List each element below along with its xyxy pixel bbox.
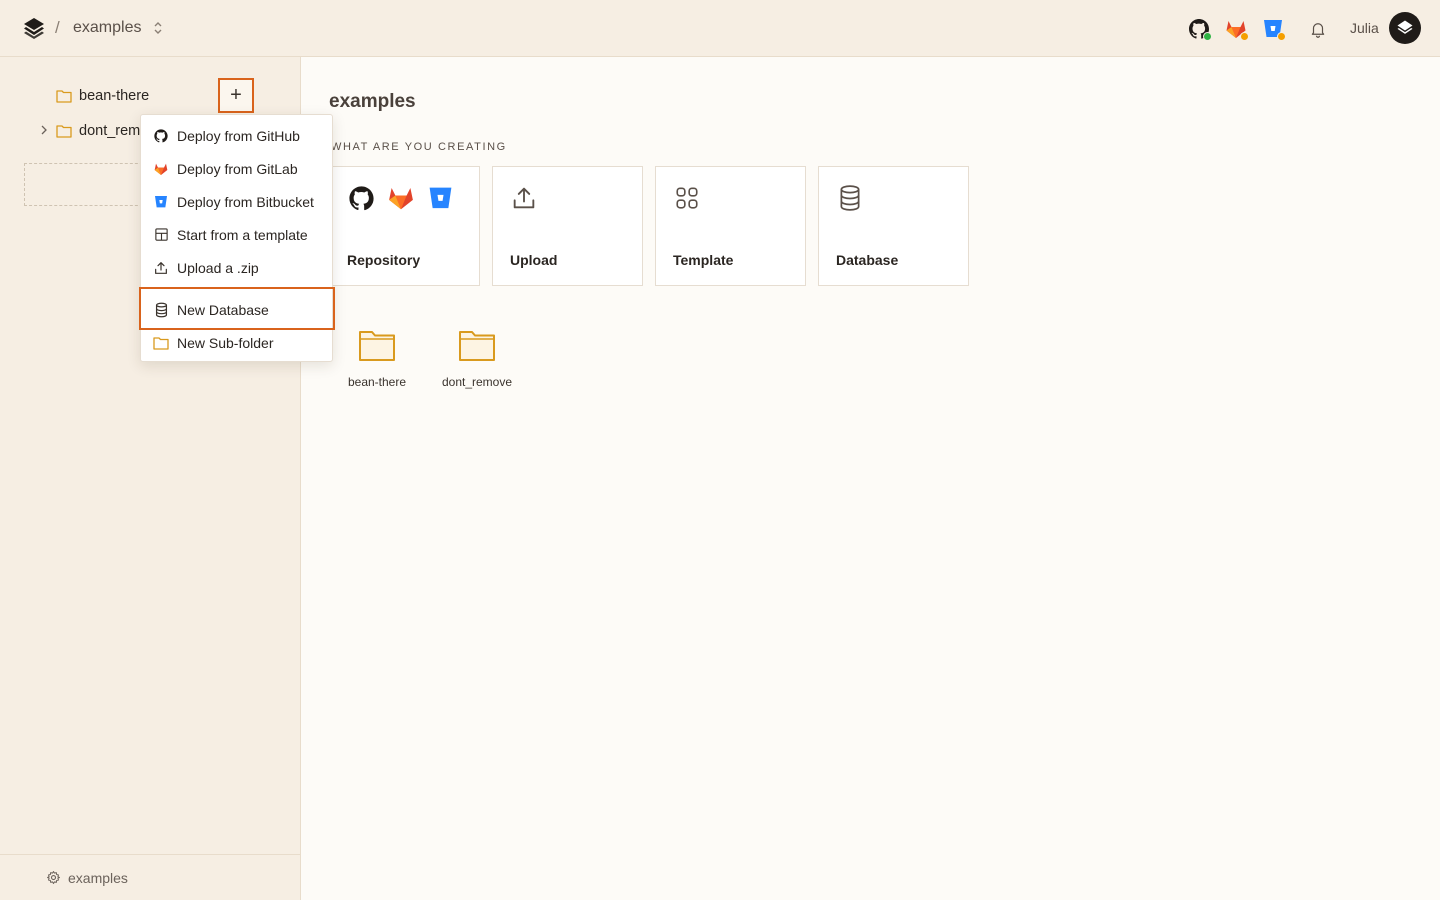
- folder-tile-label: bean-there: [347, 375, 407, 389]
- menu-item-deploy-gitlab[interactable]: Deploy from GitLab: [141, 152, 332, 185]
- app-logo-icon[interactable]: [22, 16, 46, 40]
- add-to-folder-button[interactable]: +: [218, 78, 254, 113]
- github-icon: [349, 186, 374, 211]
- folder-tile-bean-there[interactable]: bean-there: [327, 328, 427, 389]
- sidebar-item-bean-there[interactable]: bean-there: [56, 85, 149, 107]
- page-title: examples: [329, 91, 416, 112]
- bitbucket-icon: [429, 187, 452, 209]
- status-dot: [1203, 32, 1212, 41]
- card-template[interactable]: Template: [655, 166, 806, 286]
- menu-item-new-database[interactable]: New Database: [141, 293, 332, 326]
- sidebar-footer-settings[interactable]: examples: [0, 854, 300, 900]
- folder-icon: [56, 90, 72, 103]
- upload-icon: [513, 187, 535, 209]
- menu-item-label: Deploy from GitHub: [177, 127, 300, 144]
- menu-item-label: New Database: [177, 301, 269, 318]
- gitlab-icon: [389, 188, 413, 210]
- menu-item-start-template[interactable]: Start from a template: [141, 218, 332, 251]
- menu-item-label: Deploy from GitLab: [177, 160, 298, 177]
- menu-item-new-subfolder[interactable]: New Sub-folder: [141, 326, 332, 359]
- top-bar: / examples Julia: [0, 0, 1440, 57]
- folder-icon: [459, 331, 495, 361]
- menu-item-deploy-bitbucket[interactable]: Deploy from Bitbucket: [141, 185, 332, 218]
- sidebar-item-label: bean-there: [79, 88, 150, 104]
- menu-item-label: Start from a template: [177, 226, 308, 243]
- menu-item-label: Upload a .zip: [177, 259, 259, 276]
- sidebar-item-dont-remove[interactable]: dont_rem: [56, 120, 140, 142]
- folder-tile-label: dont_remove: [441, 375, 513, 389]
- card-upload[interactable]: Upload: [492, 166, 643, 286]
- menu-divider: [141, 287, 332, 288]
- status-dot: [1240, 32, 1249, 41]
- menu-item-deploy-github[interactable]: Deploy from GitHub: [141, 119, 332, 152]
- bell-icon[interactable]: [1309, 20, 1327, 38]
- upload-icon: [153, 260, 169, 276]
- status-dot: [1277, 32, 1286, 41]
- menu-item-label: Deploy from Bitbucket: [177, 193, 314, 210]
- avatar[interactable]: [1389, 12, 1421, 44]
- folder-icon: [359, 331, 395, 361]
- sidebar-footer-label: examples: [68, 869, 128, 886]
- gear-icon: [47, 871, 60, 884]
- card-label: Template: [673, 252, 734, 268]
- folder-icon: [56, 125, 72, 138]
- database-icon: [840, 185, 860, 211]
- card-database[interactable]: Database: [818, 166, 969, 286]
- folder-tile-dont-remove[interactable]: dont_remove: [427, 328, 527, 389]
- card-repository[interactable]: Repository: [329, 166, 480, 286]
- section-label: WHAT ARE YOU CREATING: [331, 141, 507, 153]
- card-label: Repository: [347, 252, 421, 268]
- menu-item-label: New Sub-folder: [177, 334, 274, 351]
- card-label: Upload: [510, 252, 558, 268]
- add-menu-dropdown: Deploy from GitHub Deploy from GitLab De…: [139, 114, 335, 362]
- chevron-up-down-icon[interactable]: [152, 20, 164, 36]
- gitlab-icon: [153, 161, 169, 177]
- workspace-switcher[interactable]: examples: [73, 19, 141, 37]
- menu-item-upload-zip[interactable]: Upload a .zip: [141, 251, 332, 284]
- template-icon: [153, 227, 169, 243]
- breadcrumb-separator: /: [55, 18, 60, 37]
- avatar-logo-icon: [1397, 20, 1413, 34]
- github-icon: [153, 128, 169, 144]
- database-icon: [153, 302, 169, 318]
- bitbucket-icon: [153, 194, 169, 210]
- grid-icon: [676, 187, 698, 209]
- card-label: Database: [836, 252, 899, 268]
- sidebar-item-label: dont_rem: [79, 123, 141, 139]
- user-name[interactable]: Julia: [1350, 20, 1379, 36]
- chevron-right-icon[interactable]: [39, 124, 49, 136]
- folder-icon: [153, 335, 169, 351]
